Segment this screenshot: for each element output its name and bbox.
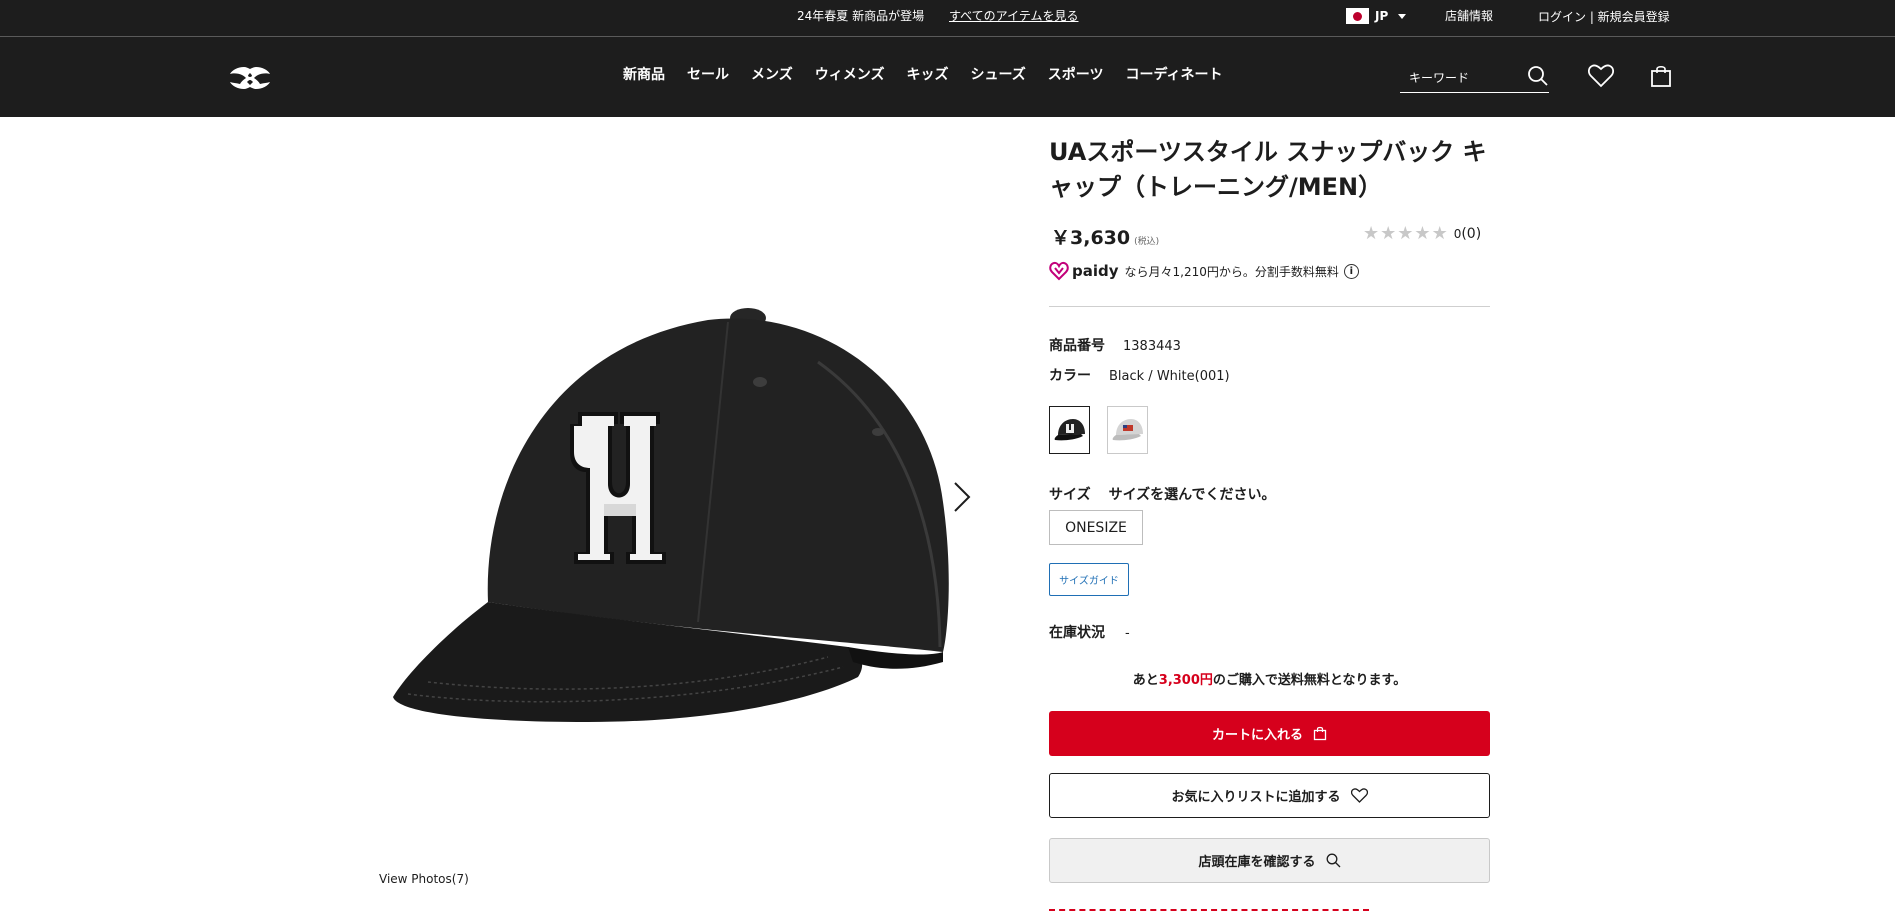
rating-average: 0 (1453, 226, 1462, 241)
rating-count: (0) (1461, 225, 1482, 242)
view-photos-link[interactable]: View Photos(7) (379, 872, 469, 886)
rating[interactable]: ★ ★ ★ ★ ★ 0 (0) (1363, 223, 1481, 244)
star-icon: ★ (1380, 223, 1397, 244)
under-armour-logo[interactable] (229, 65, 271, 91)
caret-down-icon (1398, 13, 1407, 19)
product-code-row: 商品番号 1383443 (1049, 335, 1181, 355)
color-label: カラー (1049, 368, 1091, 384)
store-info-link[interactable]: 店舗情報 (1445, 7, 1493, 24)
search-input[interactable] (1409, 68, 1519, 88)
promo-text: 24年春夏 新商品が登場 (797, 9, 925, 23)
size-label: サイズ (1049, 487, 1091, 503)
search-icon (1326, 853, 1341, 868)
announcement-bar: 24年春夏 新商品が登場 すべてのアイテムを見る JP 店舗情報 ログイン | … (0, 0, 1895, 37)
search-box (1400, 62, 1549, 93)
nav-item-coordinate[interactable]: コーディネート (1126, 64, 1223, 84)
all-items-link[interactable]: すべてのアイテムを見る (949, 7, 1078, 24)
shipping-prefix: あと (1132, 673, 1159, 688)
nav-item-sale[interactable]: セール (687, 64, 729, 84)
notice-text-cut-off (1049, 903, 1490, 913)
size-guide-button[interactable]: サイズガイド (1049, 563, 1129, 596)
product-code-value: 1383443 (1123, 339, 1181, 354)
paidy-text: なら月々1,210円から。分割手数料無料 (1124, 264, 1339, 279)
color-row: カラー Black / White(001) (1049, 365, 1230, 385)
color-swatch-black[interactable] (1049, 406, 1090, 454)
color-swatch-gray[interactable] (1107, 406, 1148, 454)
size-option-onesize[interactable]: ONESIZE (1049, 510, 1143, 545)
main-nav: 新商品 セール メンズ ウィメンズ キッズ シューズ スポーツ コーディネート (623, 64, 1223, 84)
nav-item-sports[interactable]: スポーツ (1048, 64, 1104, 84)
paidy-brand: paidy (1072, 262, 1119, 280)
nav-item-new[interactable]: 新商品 (623, 64, 665, 84)
search-icon[interactable] (1527, 65, 1549, 87)
notice-text-fragment (1049, 909, 1369, 913)
cap-thumbnail-gray-icon (1112, 419, 1143, 441)
shipping-amount: 3,300円 (1158, 673, 1213, 688)
product-image-cap[interactable] (388, 302, 958, 732)
star-icon: ★ (1414, 223, 1431, 244)
stock-row: 在庫状況 - (1049, 622, 1130, 642)
product-title: UAスポーツスタイル スナップバック キャップ（トレーニング/MEN） (1049, 138, 1487, 201)
japan-flag-icon (1346, 8, 1369, 24)
info-icon[interactable]: i (1343, 263, 1359, 279)
star-icon: ★ (1363, 223, 1380, 244)
add-to-cart-button[interactable]: カートに入れる (1049, 711, 1490, 756)
heart-icon (1350, 788, 1368, 803)
shopping-bag-icon[interactable] (1650, 64, 1672, 88)
divider (1049, 306, 1490, 307)
star-icon: ★ (1397, 223, 1414, 244)
add-to-wishlist-button[interactable]: お気に入りリストに追加する (1049, 773, 1490, 818)
stock-label: 在庫状況 (1049, 625, 1105, 641)
star-icon: ★ (1431, 223, 1448, 244)
language-label: JP (1375, 9, 1389, 23)
free-shipping-notice: あと3,300円のご購入で送料無料となります。 (1049, 669, 1490, 688)
nav-item-shoes[interactable]: シューズ (970, 64, 1025, 84)
tax-label: (税込) (1134, 237, 1160, 247)
login-register-link[interactable]: ログイン | 新規会員登録 (1538, 8, 1670, 25)
size-prompt: サイズを選んでください。 (1108, 487, 1276, 503)
cap-thumbnail-black-icon (1054, 419, 1085, 441)
product-gallery: View Photos(7) (360, 117, 1020, 913)
language-selector[interactable]: JP (1346, 8, 1407, 24)
shipping-suffix: のご購入で送料無料となります。 (1212, 673, 1407, 688)
price-value: ￥3,630 (1051, 227, 1131, 249)
nav-item-kids[interactable]: キッズ (906, 64, 948, 84)
site-header: 新商品 セール メンズ ウィメンズ キッズ シューズ スポーツ コーディネート (0, 37, 1895, 117)
check-store-stock-button[interactable]: 店頭在庫を確認する (1049, 838, 1490, 883)
add-to-wishlist-label: お気に入りリストに追加する (1171, 790, 1341, 805)
price: ￥3,630 (税込) (1051, 223, 1159, 250)
paidy-logo-icon (1049, 261, 1069, 281)
nav-item-womens[interactable]: ウィメンズ (815, 64, 885, 84)
paidy-installment: paidy なら月々1,210円から。分割手数料無料 i (1049, 261, 1359, 281)
add-to-cart-label: カートに入れる (1211, 728, 1303, 743)
size-row: サイズ サイズを選んでください。 (1049, 484, 1275, 504)
shopping-bag-icon (1313, 726, 1327, 741)
product-code-label: 商品番号 (1049, 338, 1105, 354)
check-store-stock-label: 店頭在庫を確認する (1198, 855, 1316, 870)
color-value: Black / White(001) (1109, 369, 1230, 384)
nav-item-mens[interactable]: メンズ (751, 64, 793, 84)
stock-value: - (1125, 626, 1130, 641)
next-image-arrow-icon[interactable] (952, 480, 972, 514)
heart-icon[interactable] (1588, 64, 1614, 88)
